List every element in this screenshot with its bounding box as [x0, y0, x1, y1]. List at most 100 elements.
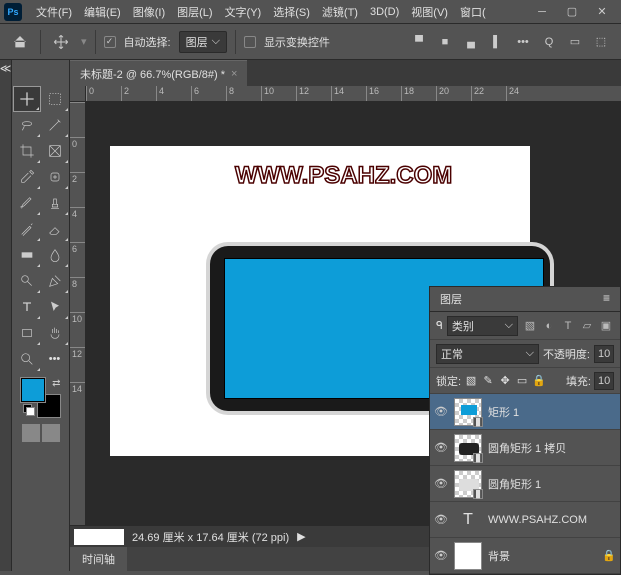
menu-edit[interactable]: 编辑(E) [78, 1, 127, 23]
history-brush-tool[interactable] [13, 216, 41, 242]
quickmask-mask[interactable] [42, 424, 60, 442]
visibility-icon[interactable]: 👁 [434, 441, 448, 454]
menu-image[interactable]: 图像(I) [127, 1, 171, 23]
toolbox: ••• ⇄ [12, 60, 70, 571]
maximize-button[interactable]: ▢ [557, 2, 587, 22]
home-icon[interactable] [8, 30, 32, 54]
filter-pixel-icon[interactable]: ▧ [522, 318, 538, 334]
auto-select-checkbox[interactable] [104, 36, 116, 48]
layer-item[interactable]: 👁 ▮ 圆角矩形 1 拷贝 [430, 430, 620, 466]
menu-layer[interactable]: 图层(L) [171, 1, 218, 23]
eraser-tool[interactable] [41, 216, 69, 242]
show-transform-checkbox[interactable] [244, 36, 256, 48]
opacity-input[interactable] [594, 345, 614, 363]
mode-icon[interactable]: ▭ [563, 30, 587, 54]
filter-type-icon[interactable]: T [560, 318, 576, 334]
layer-item[interactable]: 👁 ▮ 圆角矩形 1 [430, 466, 620, 502]
filter-smart-icon[interactable]: ▣ [598, 318, 614, 334]
document-tab[interactable]: 未标题-2 @ 66.7%(RGB/8#) * × [70, 60, 247, 87]
move-tool-icon[interactable] [49, 30, 73, 54]
layer-thumb[interactable]: ▮ [454, 470, 482, 498]
auto-select-label: 自动选择: [124, 34, 171, 50]
lock-all-icon[interactable]: 🔒 [532, 374, 546, 388]
layer-item[interactable]: 👁 T WWW.PSAHZ.COM [430, 502, 620, 538]
zoom-input[interactable] [74, 529, 124, 545]
visibility-icon[interactable]: 👁 [434, 405, 448, 418]
layer-name[interactable]: 圆角矩形 1 拷贝 [488, 440, 566, 456]
eyedropper-tool[interactable] [13, 164, 41, 190]
artboard-tool[interactable] [41, 86, 69, 112]
auto-select-dropdown[interactable]: 图层⌵ [179, 31, 227, 53]
default-colors-icon[interactable] [23, 404, 35, 416]
type-tool[interactable] [13, 294, 41, 320]
blur-tool[interactable] [41, 242, 69, 268]
rectangle-tool[interactable] [13, 320, 41, 346]
filter-shape-icon[interactable]: ▱ [579, 318, 595, 334]
frame-tool[interactable] [41, 138, 69, 164]
layer-thumb[interactable]: ▮ [454, 434, 482, 462]
align-left-icon[interactable]: ▌ [485, 30, 509, 54]
search-icon[interactable]: ᑫ [436, 319, 443, 332]
layer-name[interactable]: 背景 [488, 548, 510, 564]
align-bottom-icon[interactable]: ▄ [459, 30, 483, 54]
wand-tool[interactable] [41, 112, 69, 138]
brush-tool[interactable] [13, 190, 41, 216]
lock-artboard-icon[interactable]: ▭ [515, 374, 529, 388]
stamp-tool[interactable] [41, 190, 69, 216]
dodge-tool[interactable] [13, 268, 41, 294]
menu-filter[interactable]: 滤镜(T) [316, 1, 364, 23]
close-tab-icon[interactable]: × [231, 68, 237, 80]
menu-select[interactable]: 选择(S) [267, 1, 316, 23]
pen-tool[interactable] [41, 268, 69, 294]
more-icon[interactable]: ••• [511, 30, 535, 54]
menu-view[interactable]: 视图(V) [405, 1, 454, 23]
layer-name[interactable]: 圆角矩形 1 [488, 476, 541, 492]
layer-name[interactable]: WWW.PSAHZ.COM [488, 514, 587, 526]
status-arrow[interactable]: ▶ [297, 530, 305, 543]
lock-brush-icon[interactable]: ✎ [481, 374, 495, 388]
align-top-icon[interactable]: ▀ [407, 30, 431, 54]
menu-window[interactable]: 窗口( [454, 1, 492, 23]
minimize-button[interactable]: ─ [527, 2, 557, 22]
ruler-horizontal[interactable]: 024681012141618202224 [86, 86, 621, 102]
3d-icon[interactable]: Q [537, 30, 561, 54]
ruler-origin[interactable] [70, 86, 86, 102]
collapse-strip[interactable]: ≪ [0, 60, 12, 571]
visibility-icon[interactable]: 👁 [434, 513, 448, 526]
menu-file[interactable]: 文件(F) [30, 1, 78, 23]
filter-kind-dropdown[interactable]: 类别⌵ [447, 316, 518, 336]
ruler-vertical[interactable]: 02468101214 [70, 102, 86, 525]
foreground-color[interactable] [21, 378, 45, 402]
lock-pos-icon[interactable]: ✥ [498, 374, 512, 388]
layer-thumb[interactable]: ▮ [454, 398, 482, 426]
align-vcenter-icon[interactable]: ■ [433, 30, 457, 54]
move-tool[interactable] [13, 86, 41, 112]
blend-mode-dropdown[interactable]: 正常⌵ [436, 344, 539, 364]
filter-adjust-icon[interactable]: ◐ [541, 318, 557, 334]
menu-3d[interactable]: 3D(D) [364, 3, 405, 21]
fill-input[interactable] [594, 372, 614, 390]
hand-tool[interactable] [41, 320, 69, 346]
path-select-tool[interactable] [41, 294, 69, 320]
layer-item[interactable]: 👁 背景 🔒 [430, 538, 620, 574]
visibility-icon[interactable]: 👁 [434, 477, 448, 490]
color-swatches[interactable]: ⇄ [21, 378, 61, 418]
layer-name[interactable]: 矩形 1 [488, 404, 519, 420]
extra-icon[interactable]: ⬚ [589, 30, 613, 54]
lock-pixels-icon[interactable]: ▧ [464, 374, 478, 388]
layer-thumb[interactable] [454, 542, 482, 570]
lasso-tool[interactable] [13, 112, 41, 138]
layer-item[interactable]: 👁 ▮ 矩形 1 [430, 394, 620, 430]
edit-toolbar[interactable]: ••• [41, 346, 69, 372]
zoom-tool[interactable] [13, 346, 41, 372]
gradient-tool[interactable] [13, 242, 41, 268]
panel-menu-icon[interactable]: ≡ [603, 291, 610, 307]
close-button[interactable]: ✕ [587, 2, 617, 22]
swap-colors-icon[interactable]: ⇄ [52, 378, 60, 389]
quickmask-std[interactable] [22, 424, 40, 442]
healing-tool[interactable] [41, 164, 69, 190]
menu-type[interactable]: 文字(Y) [219, 1, 268, 23]
crop-tool[interactable] [13, 138, 41, 164]
layers-tab[interactable]: 图层 [440, 291, 462, 307]
visibility-icon[interactable]: 👁 [434, 549, 448, 562]
